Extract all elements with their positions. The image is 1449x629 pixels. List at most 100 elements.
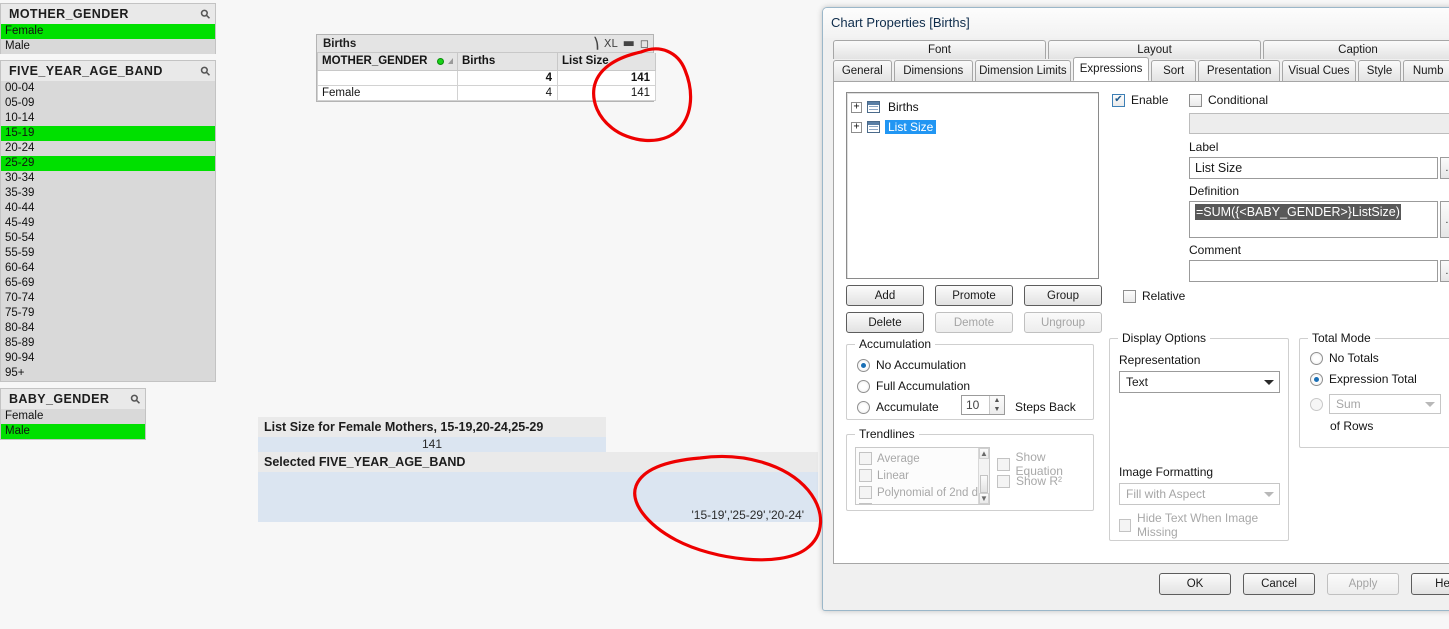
definition-ellipsis-button[interactable]: ... xyxy=(1440,201,1449,238)
label-ellipsis-button[interactable]: ... xyxy=(1440,157,1449,179)
chart-properties-dialog[interactable]: Chart Properties [Births] Font Layout Ca… xyxy=(822,7,1449,611)
list-item[interactable]: 25-29 xyxy=(1,156,215,171)
tab-expressions[interactable]: Expressions xyxy=(1072,57,1150,81)
list-item[interactable]: 40-44 xyxy=(1,201,215,216)
cell-dimension[interactable]: Female xyxy=(317,84,458,101)
check-icon[interactable] xyxy=(1119,518,1132,532)
list-item[interactable]: 55-59 xyxy=(1,246,215,261)
check-icon[interactable] xyxy=(997,474,1010,488)
text-object-selected-age-band[interactable]: Selected FIVE_YEAR_AGE_BAND '15-19','25-… xyxy=(258,452,818,522)
tree-node-births[interactable]: + Births xyxy=(847,97,1098,117)
tab-sort[interactable]: Sort xyxy=(1151,60,1196,81)
representation-select[interactable]: Text xyxy=(1119,371,1280,393)
dialog-title-bar[interactable]: Chart Properties [Births] xyxy=(823,8,1449,38)
radio-icon[interactable] xyxy=(857,400,870,414)
xl-export-icon[interactable]: XL xyxy=(604,38,618,49)
cancel-button[interactable]: Cancel xyxy=(1243,573,1315,595)
tab-number[interactable]: Numb xyxy=(1403,60,1449,81)
list-item[interactable]: Male xyxy=(1,39,215,54)
list-item[interactable]: 65-69 xyxy=(1,276,215,291)
column-header-list-size[interactable]: List Size xyxy=(557,53,656,71)
tab-dimensions[interactable]: Dimensions xyxy=(893,60,973,81)
list-item[interactable]: 15-19 xyxy=(1,126,215,141)
ok-button[interactable]: OK xyxy=(1159,573,1231,595)
listbox-baby-gender[interactable]: BABY_GENDER ⚲ Female Male xyxy=(0,388,146,440)
list-item[interactable]: Polynomial of 2nd d xyxy=(856,484,978,501)
comment-field[interactable] xyxy=(1189,260,1438,282)
list-item[interactable]: 10-14 xyxy=(1,111,215,126)
hide-text-checkbox-row[interactable]: Hide Text When Image Missing xyxy=(1119,511,1288,539)
check-icon[interactable] xyxy=(1189,93,1202,107)
check-icon[interactable] xyxy=(859,503,872,504)
list-item[interactable]: Female xyxy=(1,409,145,424)
conditional-checkbox-row[interactable]: Conditional xyxy=(1189,93,1268,107)
accumulate-radio-row[interactable]: Accumulate xyxy=(857,400,939,414)
expander-plus-icon[interactable]: + xyxy=(851,121,862,133)
tab-presentation[interactable]: Presentation xyxy=(1197,60,1281,81)
list-item[interactable]: 95+ xyxy=(1,366,215,381)
expander-plus-icon[interactable]: + xyxy=(851,101,862,113)
list-item[interactable]: Linear xyxy=(856,467,978,484)
check-icon[interactable] xyxy=(997,457,1010,471)
list-item[interactable]: Male xyxy=(1,424,145,439)
list-item[interactable]: 80-84 xyxy=(1,321,215,336)
help-button[interactable]: Help xyxy=(1411,573,1449,595)
full-accumulation-radio-row[interactable]: Full Accumulation xyxy=(857,379,970,393)
list-item[interactable]: Polynomial of 3rd d xyxy=(856,501,978,504)
scrollbar-thumb[interactable] xyxy=(980,475,988,493)
check-icon[interactable] xyxy=(1123,289,1136,303)
show-r2-checkbox-row[interactable]: Show R² xyxy=(997,474,1062,488)
sort-arrow-icon[interactable] xyxy=(448,58,453,65)
magnifier-icon[interactable]: ⚲ xyxy=(127,391,143,407)
stepper-down-icon[interactable]: ▼ xyxy=(990,405,1004,414)
list-item[interactable]: 70-74 xyxy=(1,291,215,306)
minimize-icon[interactable]: ▬ xyxy=(623,37,635,50)
add-button[interactable]: Add xyxy=(846,285,924,306)
print-icon[interactable]: ⎞ xyxy=(593,38,599,49)
cell-births[interactable]: 4 xyxy=(457,84,558,101)
table-row[interactable]: Female 4 141 xyxy=(317,84,656,101)
listbox-mother-gender[interactable]: MOTHER_GENDER ⚲ Female Male xyxy=(0,3,216,54)
check-icon[interactable] xyxy=(1112,93,1125,107)
delete-button[interactable]: Delete xyxy=(846,312,924,333)
steps-back-value[interactable]: 10 xyxy=(962,396,989,414)
expression-total-radio-row[interactable]: Expression Total xyxy=(1310,372,1417,386)
text-object-list-size[interactable]: List Size for Female Mothers, 15-19,20-2… xyxy=(258,417,606,452)
list-item[interactable]: 20-24 xyxy=(1,141,215,156)
list-item[interactable]: 05-09 xyxy=(1,96,215,111)
list-item[interactable]: Average xyxy=(856,450,978,467)
definition-field[interactable]: =SUM({<BABY_GENDER>}ListSize) xyxy=(1189,201,1438,238)
comment-ellipsis-button[interactable]: ... xyxy=(1440,260,1449,282)
stepper-up-icon[interactable]: ▲ xyxy=(990,396,1004,405)
stepper-arrows[interactable]: ▲ ▼ xyxy=(989,396,1004,414)
cell-list-size[interactable]: 141 xyxy=(557,84,656,101)
check-icon[interactable] xyxy=(859,469,872,482)
radio-icon[interactable] xyxy=(857,379,870,393)
column-header-births[interactable]: Births xyxy=(457,53,558,71)
column-header-mother-gender[interactable]: MOTHER_GENDER xyxy=(317,53,458,71)
scroll-down-icon[interactable]: ▼ xyxy=(979,492,989,504)
list-item[interactable]: 50-54 xyxy=(1,231,215,246)
tree-node-list-size[interactable]: + List Size xyxy=(847,117,1098,137)
radio-icon[interactable] xyxy=(1310,351,1323,365)
magnifier-icon[interactable]: ⚲ xyxy=(197,6,213,22)
list-item[interactable]: 85-89 xyxy=(1,336,215,351)
relative-checkbox-row[interactable]: Relative xyxy=(1123,289,1185,303)
list-item[interactable]: 45-49 xyxy=(1,216,215,231)
scroll-up-icon[interactable]: ▲ xyxy=(979,448,989,460)
radio-icon[interactable] xyxy=(857,358,870,372)
tab-visual-cues[interactable]: Visual Cues xyxy=(1282,60,1356,81)
list-item[interactable]: Female xyxy=(1,24,215,39)
list-item[interactable]: 75-79 xyxy=(1,306,215,321)
tab-font[interactable]: Font xyxy=(833,40,1046,59)
magnifier-icon[interactable]: ⚲ xyxy=(197,63,213,79)
list-item[interactable]: 60-64 xyxy=(1,261,215,276)
aggregation-radio-row[interactable]: Sum xyxy=(1310,394,1441,414)
enable-checkbox-row[interactable]: Enable xyxy=(1112,93,1168,107)
radio-icon[interactable] xyxy=(1310,372,1323,386)
promote-button[interactable]: Promote xyxy=(935,285,1013,306)
check-icon[interactable] xyxy=(859,452,872,465)
list-item[interactable]: 35-39 xyxy=(1,186,215,201)
maximize-icon[interactable]: ◻ xyxy=(640,38,649,49)
no-totals-radio-row[interactable]: No Totals xyxy=(1310,351,1379,365)
